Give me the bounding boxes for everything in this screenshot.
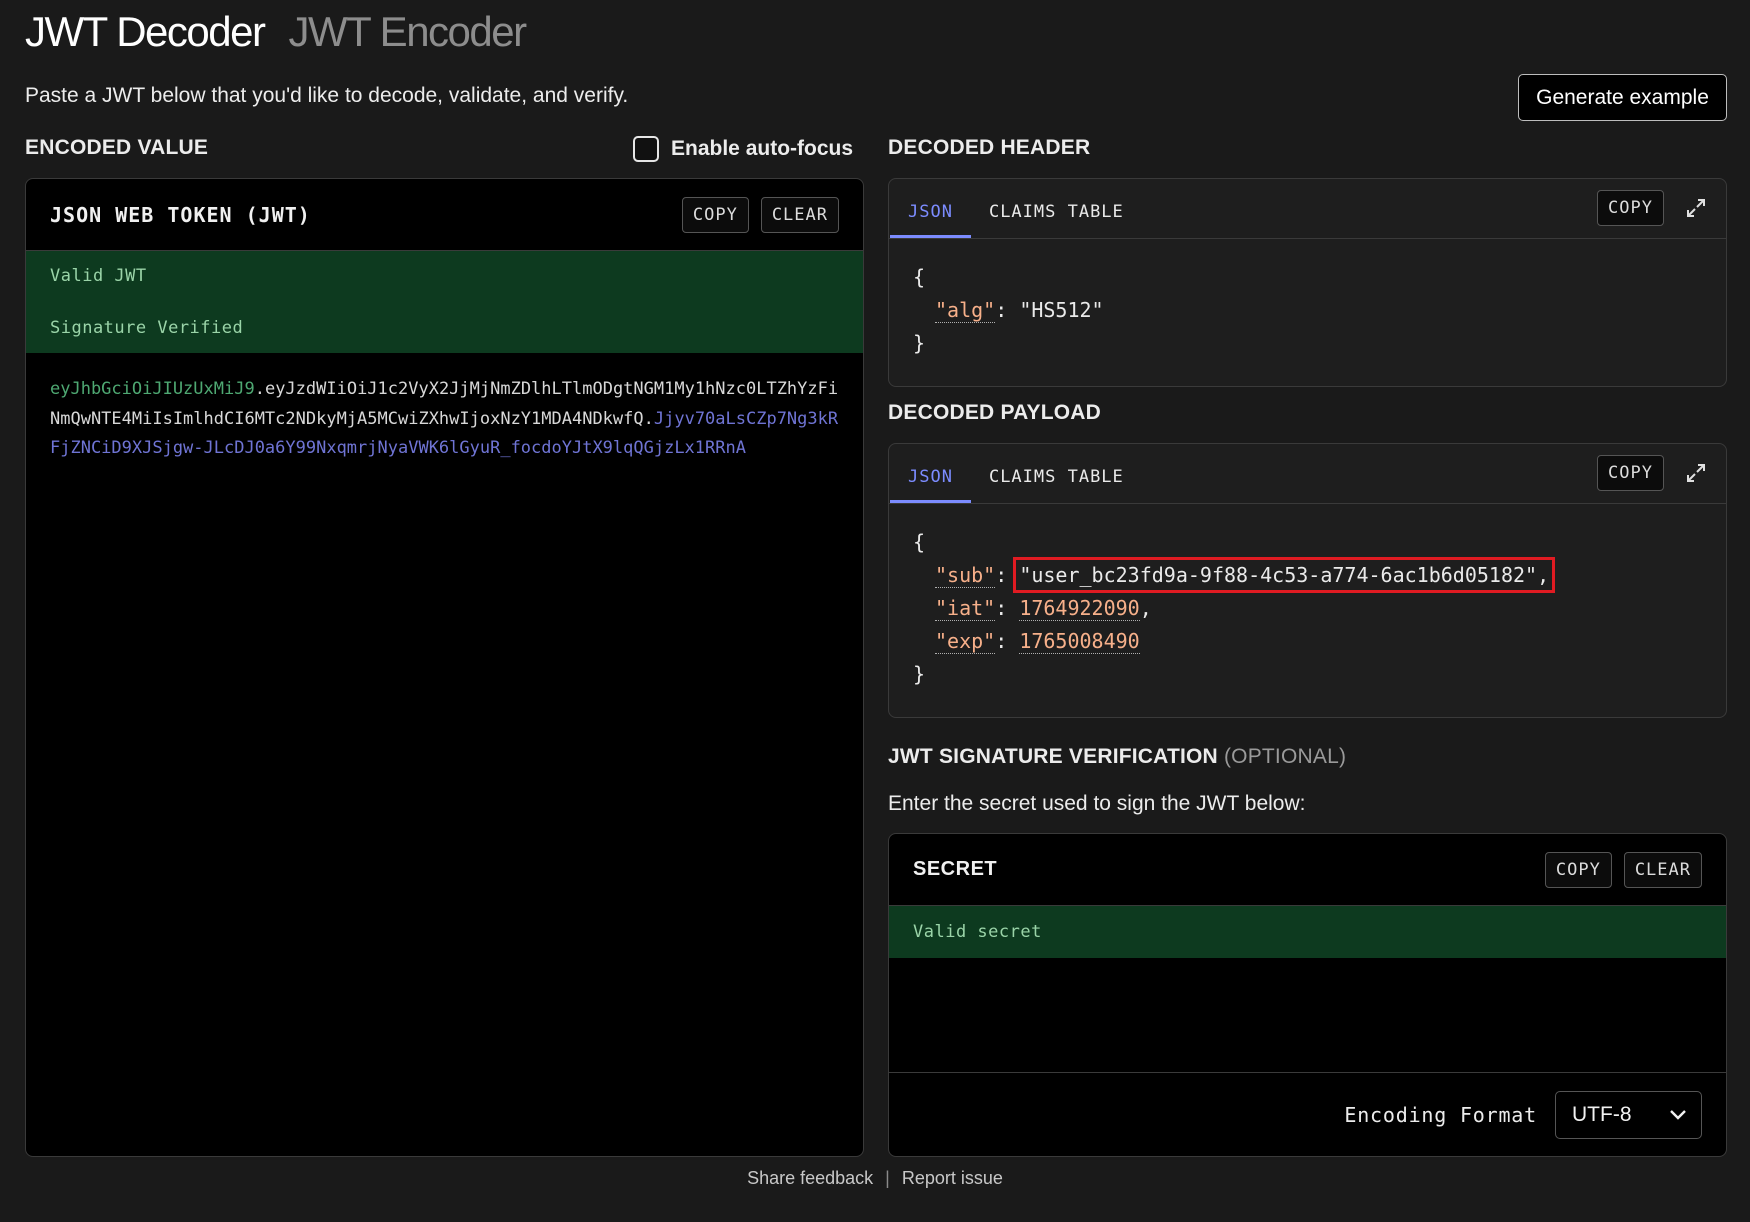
- encoded-copy-button[interactable]: COPY: [681, 197, 749, 233]
- report-issue-link[interactable]: Report issue: [902, 1168, 1003, 1189]
- secret-copy-button[interactable]: COPY: [1544, 852, 1612, 888]
- encoding-format-row: Encoding Format UTF-8: [889, 1072, 1726, 1156]
- json-key-exp: "exp": [935, 629, 996, 654]
- json-row-sub: "sub": "user_bc23fd9a-9f88-4c53-a774-6ac…: [935, 557, 1556, 593]
- json-close-brace: }: [913, 662, 926, 686]
- decoded-payload-label: DECODED PAYLOAD: [888, 401, 1102, 424]
- header-tab-claims-table[interactable]: CLAIMS TABLE: [971, 202, 1142, 238]
- secret-panel-header: SECRET COPY CLEAR: [889, 834, 1726, 906]
- tab-jwt-decoder[interactable]: JWT Decoder: [25, 8, 266, 56]
- json-row-alg: "alg": "HS512": [935, 298, 1104, 323]
- json-close-brace: }: [913, 331, 926, 355]
- encoded-panel-header: JSON WEB TOKEN (JWT) COPY CLEAR: [26, 179, 863, 251]
- encoded-panel-title: JSON WEB TOKEN (JWT): [50, 202, 311, 227]
- secret-status-bar: Valid secret: [889, 906, 1726, 958]
- valid-jwt-status: Valid JWT: [50, 266, 147, 286]
- token-dot: .: [254, 379, 265, 399]
- json-value-exp: 1765008490: [1019, 629, 1140, 654]
- token-dot: .: [643, 408, 654, 429]
- jwt-token-input[interactable]: eyJhbGciOiJIUzUxMiJ9.eyJzdWIiOiJ1c2VyX2J…: [26, 353, 863, 486]
- encoding-format-select[interactable]: UTF-8: [1555, 1090, 1702, 1139]
- decoded-header-json: { "alg": "HS512" }: [889, 239, 1726, 382]
- secret-input[interactable]: [889, 958, 1726, 1073]
- json-open-brace: {: [913, 530, 926, 554]
- encoded-panel: JSON WEB TOKEN (JWT) COPY CLEAR Valid JW…: [25, 178, 864, 1157]
- jwt-status-bar: Valid JWT Signature Verified: [26, 251, 863, 353]
- payload-copy-button[interactable]: COPY: [1597, 455, 1664, 491]
- decoded-header-tabs: JSON CLAIMS TABLE COPY: [889, 179, 1726, 239]
- generate-example-button[interactable]: Generate example: [1518, 74, 1727, 121]
- json-value-sub: "user_bc23fd9a-9f88-4c53-a774-6ac1b6d051…: [1013, 557, 1556, 593]
- footer-separator: |: [885, 1168, 890, 1188]
- header-copy-button[interactable]: COPY: [1597, 190, 1664, 226]
- page-subtitle: Paste a JWT below that you'd like to dec…: [25, 84, 629, 107]
- expand-icon[interactable]: [1682, 194, 1710, 222]
- signature-label-main: JWT SIGNATURE VERIFICATION: [888, 745, 1218, 768]
- share-feedback-link[interactable]: Share feedback: [747, 1168, 873, 1189]
- json-value-alg: "HS512": [1019, 298, 1104, 322]
- autofocus-checkbox[interactable]: [633, 136, 659, 162]
- payload-tab-claims-table[interactable]: CLAIMS TABLE: [971, 467, 1142, 503]
- secret-panel-title: SECRET: [913, 858, 998, 880]
- decoded-payload-tabs: JSON CLAIMS TABLE COPY: [889, 444, 1726, 504]
- payload-tab-json[interactable]: JSON: [890, 467, 971, 503]
- secret-panel: SECRET COPY CLEAR Valid secret Encoding …: [888, 833, 1727, 1157]
- title-tabs: JWT Decoder JWT Encoder: [25, 8, 527, 56]
- signature-label-optional: (OPTIONAL): [1223, 745, 1347, 768]
- json-key-iat: "iat": [935, 596, 996, 621]
- encoded-value-label: ENCODED VALUE: [25, 136, 209, 159]
- encoding-format-value: UTF-8: [1572, 1102, 1632, 1126]
- json-comma: ,: [1139, 596, 1152, 620]
- json-row-exp: "exp": 1765008490: [935, 629, 1140, 654]
- json-key-alg: "alg": [935, 298, 996, 323]
- header-tab-json[interactable]: JSON: [890, 202, 971, 238]
- valid-secret-status: Valid secret: [913, 922, 1042, 942]
- json-key-sub: "sub": [935, 563, 996, 588]
- signature-verified-status: Signature Verified: [50, 318, 244, 338]
- decoded-payload-json: { "sub": "user_bc23fd9a-9f88-4c53-a774-6…: [889, 504, 1726, 713]
- decoded-payload-panel: JSON CLAIMS TABLE COPY { "sub": "user_bc…: [888, 443, 1727, 718]
- chevron-down-icon: [1669, 1103, 1687, 1127]
- encoded-clear-button[interactable]: CLEAR: [760, 197, 839, 233]
- signature-verification-label: JWT SIGNATURE VERIFICATION (OPTIONAL): [888, 745, 1346, 769]
- secret-instructions: Enter the secret used to sign the JWT be…: [888, 792, 1306, 815]
- tab-jwt-encoder[interactable]: JWT Encoder: [288, 8, 527, 56]
- expand-icon[interactable]: [1682, 459, 1710, 487]
- secret-clear-button[interactable]: CLEAR: [1623, 852, 1702, 888]
- decoded-header-panel: JSON CLAIMS TABLE COPY { "alg": "HS512" …: [888, 178, 1727, 387]
- autofocus-label: Enable auto-focus: [671, 137, 854, 160]
- token-header-part: eyJhbGciOiJIUzUxMiJ9: [50, 379, 255, 399]
- encoding-format-label: Encoding Format: [1344, 1102, 1537, 1127]
- json-value-iat: 1764922090: [1019, 596, 1140, 621]
- decoded-header-label: DECODED HEADER: [888, 136, 1091, 159]
- json-row-iat: "iat": 1764922090,: [935, 596, 1152, 621]
- autofocus-toggle[interactable]: Enable auto-focus: [633, 136, 853, 162]
- json-open-brace: {: [913, 265, 926, 289]
- footer: Share feedback | Report issue: [0, 1168, 1750, 1189]
